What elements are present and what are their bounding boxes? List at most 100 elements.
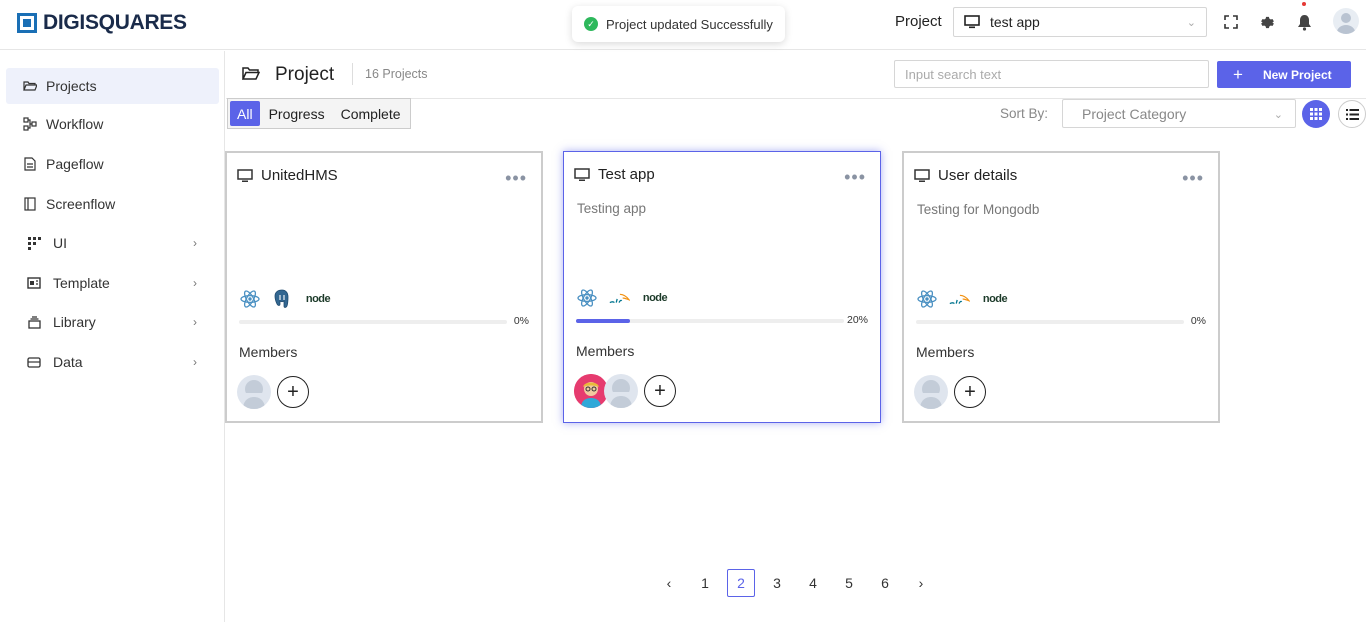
member-avatars: +: [237, 375, 309, 409]
grid-view-button[interactable]: [1302, 100, 1330, 128]
project-card[interactable]: UnitedHMS ••• node 0% Members +: [225, 151, 543, 423]
prev-page-button[interactable]: ‹: [655, 569, 683, 597]
progress-percent: 0%: [513, 315, 529, 327]
chevron-down-icon: ⌄: [1273, 109, 1283, 121]
member-avatar[interactable]: [237, 375, 271, 409]
more-options-icon[interactable]: •••: [505, 168, 527, 189]
sidebar-item-workflow[interactable]: Workflow: [6, 106, 219, 142]
plus-icon: +: [964, 380, 976, 403]
sort-label: Sort By:: [1000, 106, 1049, 121]
progress-percent: 0%: [1190, 315, 1206, 327]
progress-bar: [576, 319, 844, 323]
search-input[interactable]: [894, 60, 1209, 88]
sidebar-item-data[interactable]: Data ›: [6, 344, 219, 380]
list-icon: [1345, 108, 1359, 120]
tab-complete[interactable]: Complete: [334, 101, 408, 126]
member-avatar[interactable]: [914, 375, 948, 409]
mysql-icon: [608, 288, 630, 308]
sidebar: Projects Workflow Pageflow Screenflow UI…: [0, 51, 225, 622]
project-select-value: test app: [990, 14, 1040, 30]
sidebar-item-label: Library: [53, 314, 96, 330]
sidebar-item-ui[interactable]: UI ›: [6, 225, 219, 261]
members-label: Members: [239, 344, 298, 360]
check-circle-icon: ✓: [584, 17, 598, 31]
project-count: 16 Projects: [365, 67, 428, 81]
nodejs-icon: node: [305, 293, 331, 305]
top-bar: DIGISQUARES ✓ Project updated Successful…: [0, 0, 1366, 50]
template-icon: [26, 275, 42, 291]
folder-open-icon: [22, 78, 38, 94]
sort-select[interactable]: Project Category ⌄: [1062, 99, 1296, 128]
sidebar-item-pageflow[interactable]: Pageflow: [6, 146, 219, 182]
tab-progress[interactable]: Progress: [262, 101, 332, 126]
logo-icon: [17, 13, 37, 33]
page-button[interactable]: 4: [799, 569, 827, 597]
card-title: UnitedHMS: [261, 167, 338, 184]
plus-icon: +: [1233, 64, 1243, 84]
project-select[interactable]: test app ⌄: [953, 7, 1207, 37]
react-icon: [916, 289, 938, 309]
notification-dot: [1302, 2, 1306, 6]
list-view-button[interactable]: [1338, 100, 1366, 128]
add-member-button[interactable]: +: [277, 376, 309, 408]
react-icon: [576, 288, 598, 308]
logo-text: DIGISQUARES: [43, 11, 187, 34]
chevron-right-icon: ›: [193, 276, 197, 290]
sidebar-item-projects[interactable]: Projects: [6, 68, 219, 104]
plus-icon: +: [287, 380, 299, 403]
page-button[interactable]: 3: [763, 569, 791, 597]
grid-icon: [1310, 108, 1322, 120]
logo[interactable]: DIGISQUARES: [17, 11, 187, 35]
chevron-right-icon: ›: [193, 355, 197, 369]
tech-stack: node: [916, 289, 1010, 309]
postgresql-icon: [271, 289, 293, 309]
database-icon: [26, 354, 42, 370]
fullscreen-icon[interactable]: [1222, 13, 1240, 31]
member-avatars: +: [914, 375, 986, 409]
user-avatar[interactable]: [1333, 8, 1359, 34]
add-member-button[interactable]: +: [644, 375, 676, 407]
member-avatar[interactable]: [574, 374, 608, 408]
chevron-right-icon: ›: [193, 315, 197, 329]
card-description: Testing app: [577, 201, 647, 216]
bell-icon[interactable]: [1295, 13, 1313, 31]
project-card[interactable]: Test app ••• Testing app node 20% Member…: [563, 151, 881, 423]
tech-stack: node: [239, 289, 333, 309]
page-button[interactable]: 6: [871, 569, 899, 597]
add-member-button[interactable]: +: [954, 376, 986, 408]
sidebar-item-label: Workflow: [46, 116, 104, 132]
sidebar-item-library[interactable]: Library ›: [6, 304, 219, 340]
progress-bar: [916, 320, 1184, 324]
page-button[interactable]: 5: [835, 569, 863, 597]
project-label: Project: [895, 13, 942, 30]
sidebar-item-label: Projects: [46, 78, 97, 94]
page-button[interactable]: 1: [691, 569, 719, 597]
project-card[interactable]: User details ••• Testing for Mongodb nod…: [902, 151, 1220, 423]
pagination: ‹ 1 2 3 4 5 6 ›: [655, 569, 935, 597]
member-avatar[interactable]: [604, 374, 638, 408]
sidebar-item-label: Data: [53, 354, 83, 370]
page-icon: [22, 156, 38, 172]
chevron-down-icon: ⌄: [1186, 17, 1196, 29]
card-title: Test app: [598, 166, 655, 183]
member-avatars: +: [574, 374, 676, 408]
gear-icon[interactable]: [1258, 13, 1276, 31]
toast-message: Project updated Successfully: [606, 16, 773, 32]
page-button-current[interactable]: 2: [727, 569, 755, 597]
plus-icon: +: [654, 379, 666, 402]
sidebar-item-label: UI: [53, 235, 67, 251]
nodejs-icon: node: [982, 293, 1008, 305]
success-toast: ✓ Project updated Successfully: [572, 6, 785, 42]
members-label: Members: [916, 344, 975, 360]
card-title: User details: [938, 167, 1018, 184]
more-options-icon[interactable]: •••: [1182, 168, 1204, 189]
monitor-icon: [964, 15, 980, 29]
sidebar-item-template[interactable]: Template ›: [6, 265, 219, 301]
sidebar-item-label: Pageflow: [46, 156, 104, 172]
more-options-icon[interactable]: •••: [844, 167, 866, 188]
page-header: Project 16 Projects + New Project: [226, 51, 1366, 99]
new-project-button[interactable]: + New Project: [1217, 61, 1351, 88]
sidebar-item-screenflow[interactable]: Screenflow: [6, 186, 219, 222]
next-page-button[interactable]: ›: [907, 569, 935, 597]
tab-all[interactable]: All: [230, 101, 260, 126]
